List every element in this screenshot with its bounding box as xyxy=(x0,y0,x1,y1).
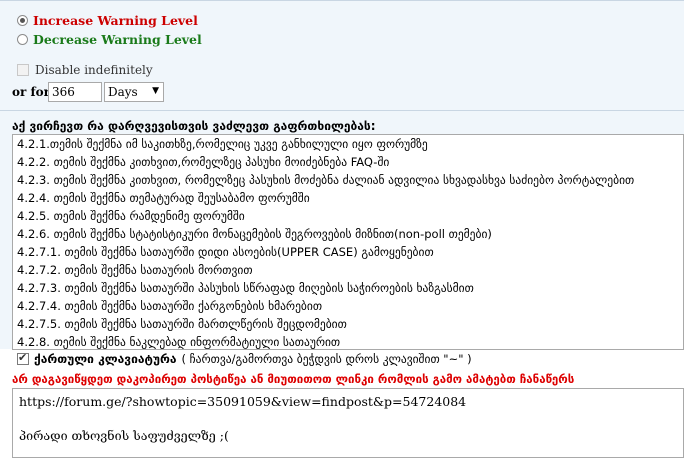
increase-warning-radio[interactable] xyxy=(17,15,28,26)
or-for-label: or for xyxy=(12,85,50,99)
message-line-text: პირადი თხოვნის საფუძველზე ;( xyxy=(19,428,229,443)
georgian-keyboard-label[interactable]: ქართული კლავიატურა xyxy=(34,352,177,366)
georgian-keyboard-row: ქართული კლავიატურა ( ჩართვა/გამორთვა ბეჭ… xyxy=(17,351,472,366)
list-item[interactable]: 4.2.7.5. თემის შექმნა სათაურში მართლწერი… xyxy=(13,315,683,333)
list-item[interactable]: 4.2.8. თემის შექმნა ნაკლებად ინფორმატიულ… xyxy=(13,333,683,349)
reasons-heading: აქ ვირჩევთ რა დარღვევისთვის ვაძლევთ გაფრ… xyxy=(12,119,376,133)
decrease-warning-label[interactable]: Decrease Warning Level xyxy=(33,32,202,47)
georgian-keyboard-checkbox[interactable] xyxy=(17,351,29,365)
list-item[interactable]: 4.2.7.2. თემის შექმნა სათაურის მორთვით xyxy=(13,261,683,279)
list-item[interactable]: 4.2.4. თემის შექმნა თემატურად შეუსაბამო … xyxy=(13,189,683,207)
message-line-blank xyxy=(19,410,677,427)
list-item[interactable]: 4.2.7.4. თემის შექმნა სათაურში ქარგონები… xyxy=(13,297,683,315)
list-item[interactable]: 4.2.3. თემის შექმნა კითხვით, რომელზეც პა… xyxy=(13,171,683,189)
disable-indefinitely-checkbox[interactable] xyxy=(17,64,29,76)
duration-unit-select[interactable]: Days ▼ xyxy=(104,82,164,102)
georgian-keyboard-note: ( ჩართვა/გამორთვა ბეჭდვის დროს კლავიშით … xyxy=(181,352,472,366)
message-textarea[interactable]: https://forum.ge/?showtopic=35091059&vie… xyxy=(12,388,684,458)
decrease-warning-option[interactable]: Decrease Warning Level xyxy=(17,32,202,47)
chevron-down-icon: ▼ xyxy=(152,86,159,96)
list-item[interactable]: 4.2.1.თემის შექმნა იმ საკითხზე,რომელიც უ… xyxy=(13,135,683,153)
list-item[interactable]: 4.2.2. თემის შექმნა კითხვით,რომელზეც პას… xyxy=(13,153,683,171)
message-line-link: https://forum.ge/?showtopic=35091059&vie… xyxy=(19,394,467,409)
increase-warning-label[interactable]: Increase Warning Level xyxy=(33,13,198,28)
warning-options-panel: Increase Warning Level Decrease Warning … xyxy=(0,0,684,111)
reasons-section: აქ ვირჩევთ რა დარღვევისთვის ვაძლევთ გაფრ… xyxy=(0,110,684,350)
duration-amount-input[interactable]: 366 xyxy=(48,82,102,102)
list-item[interactable]: 4.2.7.3. თემის შექმნა სათაურში პასუხის ს… xyxy=(13,279,683,297)
copy-post-warning: არ დაგავიწყდეთ დაკოპირეთ პოსტიწეა ან მიუ… xyxy=(12,372,575,386)
decrease-warning-radio[interactable] xyxy=(17,34,28,45)
disable-indefinitely-row: Disable indefinitely xyxy=(17,63,153,77)
reasons-listbox[interactable]: 4.2.1.თემის შექმნა იმ საკითხზე,რომელიც უ… xyxy=(12,134,684,350)
increase-warning-option[interactable]: Increase Warning Level xyxy=(17,13,198,28)
list-item[interactable]: 4.2.6. თემის შექმნა სტატისტიკური მონაცემ… xyxy=(13,225,683,243)
list-item[interactable]: 4.2.5. თემის შექმნა რამდენიმე ფორუმში xyxy=(13,207,683,225)
list-item[interactable]: 4.2.7.1. თემის შექმნა სათაურში დიდი ასოე… xyxy=(13,243,683,261)
disable-indefinitely-label: Disable indefinitely xyxy=(35,63,153,77)
duration-unit-value: Days xyxy=(108,85,138,99)
